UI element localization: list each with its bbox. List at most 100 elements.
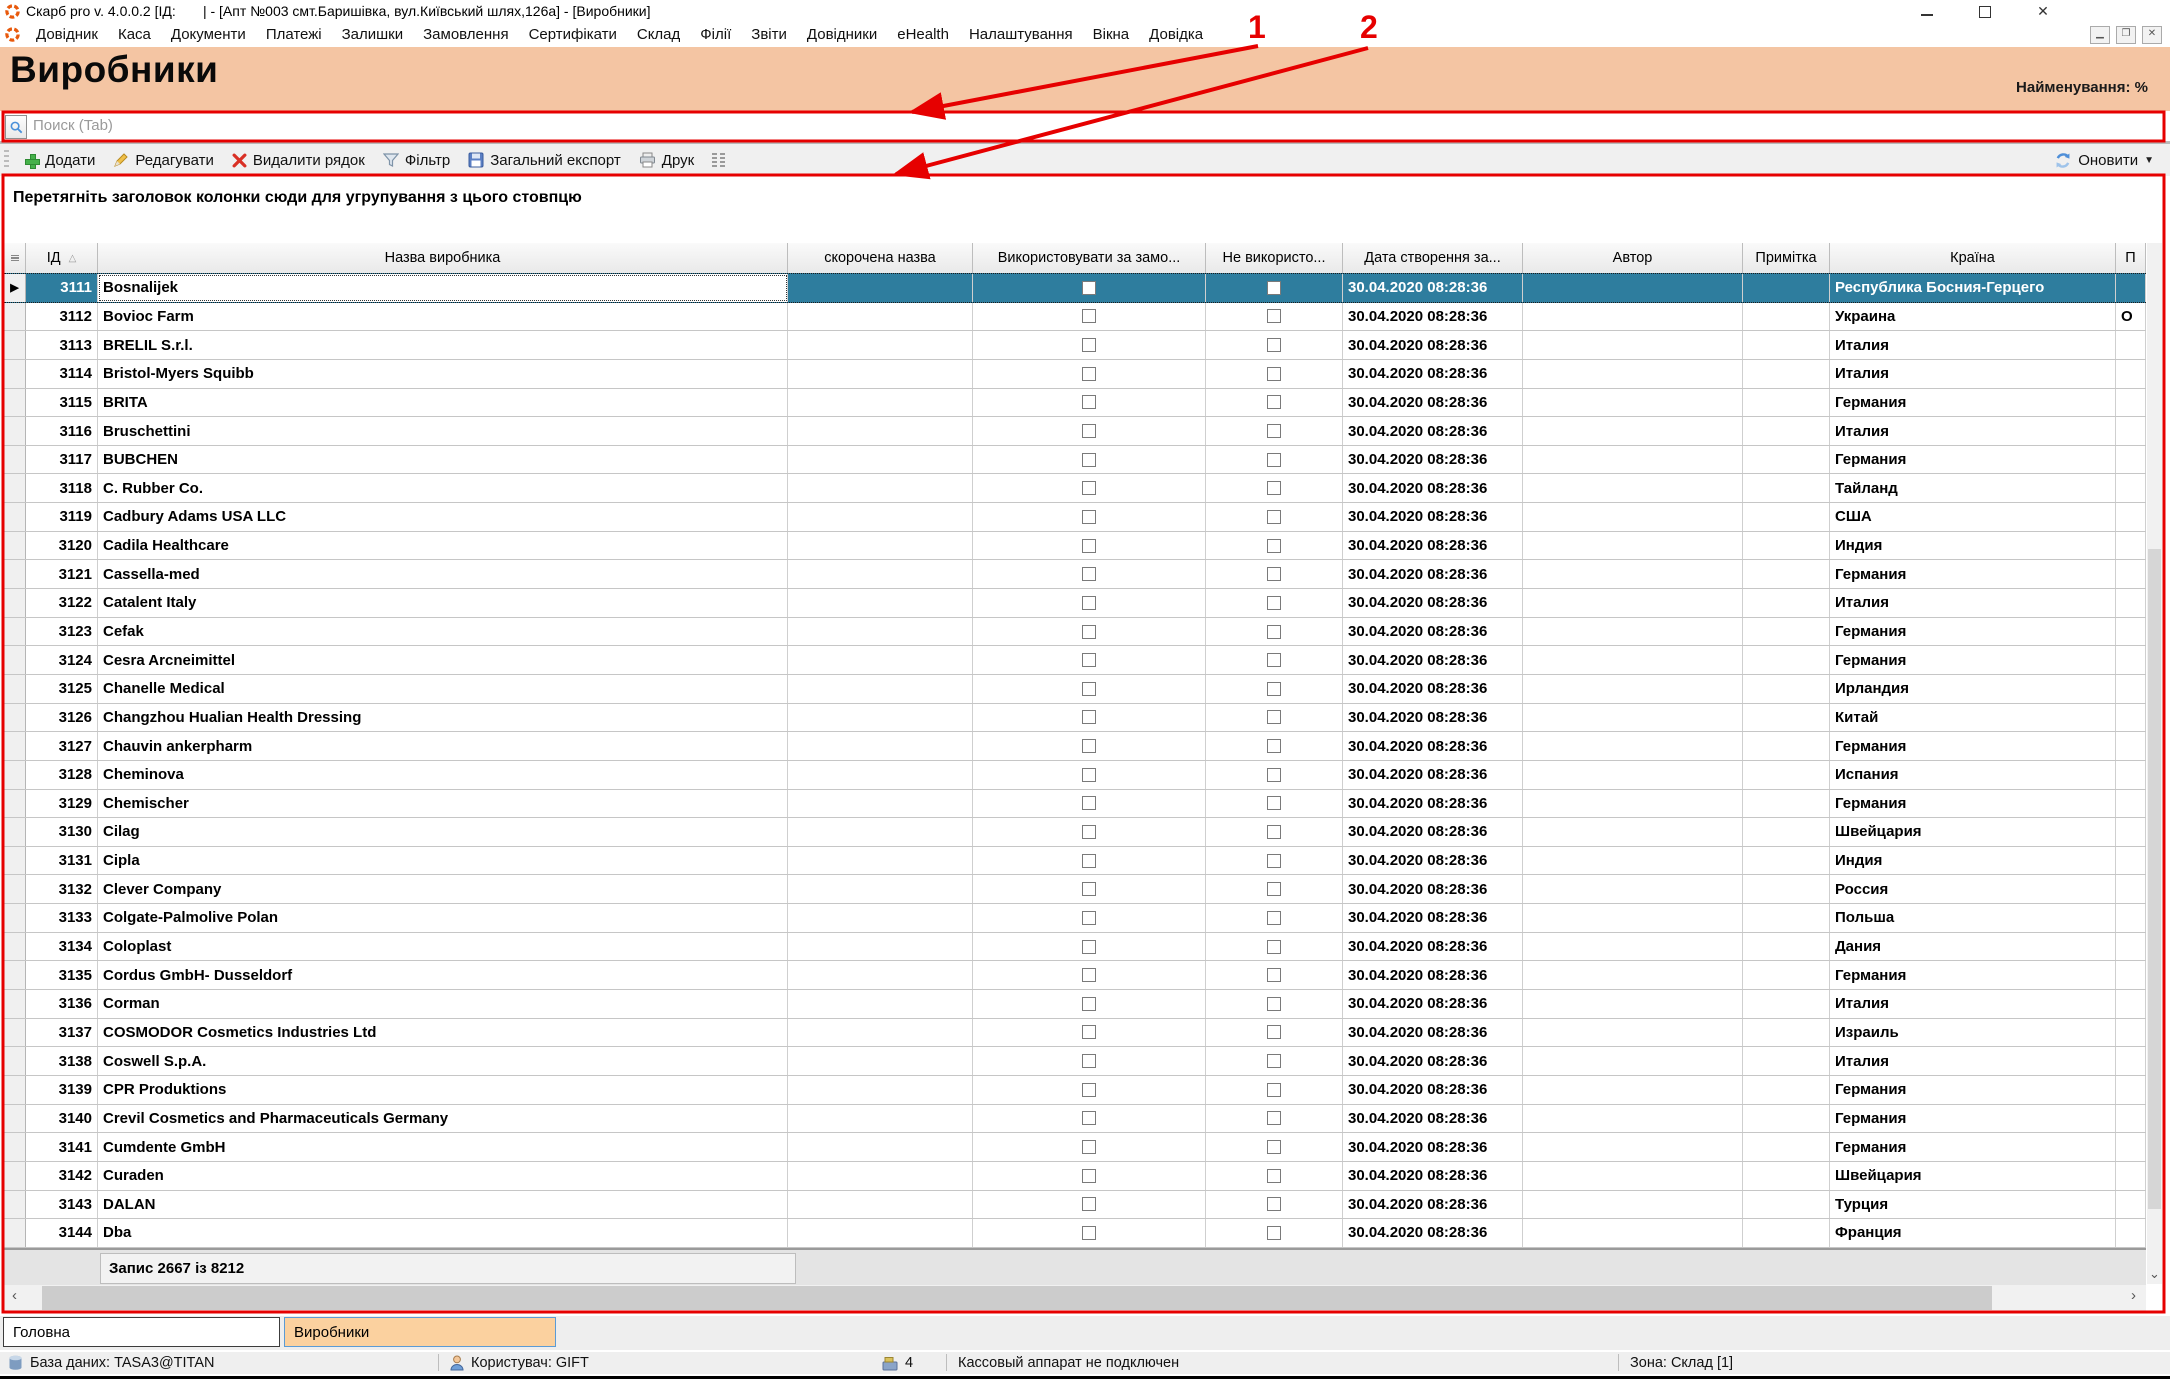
not-use-checkbox[interactable]	[1267, 453, 1281, 467]
menu-item-Платежі[interactable]: Платежі	[256, 26, 332, 43]
not-use-checkbox[interactable]	[1267, 539, 1281, 553]
column-header-short[interactable]: скорочена назва	[788, 243, 973, 273]
not-use-checkbox[interactable]	[1267, 1054, 1281, 1068]
not-use-checkbox[interactable]	[1267, 510, 1281, 524]
column-header-use[interactable]: Використовувати за замо...	[973, 243, 1206, 273]
table-row-3119[interactable]: 3119Cadbury Adams USA LLC30.04.2020 08:2…	[4, 503, 2146, 532]
table-row-3129[interactable]: 3129Chemischer30.04.2020 08:28:36Германи…	[4, 790, 2146, 819]
not-use-checkbox[interactable]	[1267, 567, 1281, 581]
vertical-scrollbar[interactable]: ⌄	[2147, 243, 2162, 1284]
close-button[interactable]: ✕	[2028, 2, 2058, 20]
table-row-3123[interactable]: 3123Cefak30.04.2020 08:28:36Германия	[4, 618, 2146, 647]
table-row-3137[interactable]: 3137COSMODOR Cosmetics Industries Ltd30.…	[4, 1019, 2146, 1048]
not-use-checkbox[interactable]	[1267, 1083, 1281, 1097]
not-use-checkbox[interactable]	[1267, 281, 1281, 295]
not-use-checkbox[interactable]	[1267, 1169, 1281, 1183]
use-by-default-checkbox[interactable]	[1082, 710, 1096, 724]
not-use-checkbox[interactable]	[1267, 854, 1281, 868]
not-use-checkbox[interactable]	[1267, 338, 1281, 352]
table-row-3120[interactable]: 3120Cadila Healthcare30.04.2020 08:28:36…	[4, 532, 2146, 561]
menu-item-Звіти[interactable]: Звіти	[741, 26, 797, 43]
not-use-checkbox[interactable]	[1267, 653, 1281, 667]
mdi-close-button[interactable]: ✕	[2142, 26, 2162, 44]
table-row-3132[interactable]: 3132Clever Company30.04.2020 08:28:36Рос…	[4, 875, 2146, 904]
use-by-default-checkbox[interactable]	[1082, 653, 1096, 667]
horizontal-scrollbar-thumb[interactable]	[42, 1286, 1992, 1310]
table-row-3136[interactable]: 3136Corman30.04.2020 08:28:36Италия	[4, 990, 2146, 1019]
column-header-name[interactable]: Назва виробника	[98, 243, 788, 273]
table-row-3131[interactable]: 3131Cipla30.04.2020 08:28:36Индия	[4, 847, 2146, 876]
menu-item-eHealth[interactable]: eHealth	[887, 26, 959, 43]
refresh-dropdown-caret-icon[interactable]: ▼	[2144, 155, 2154, 166]
use-by-default-checkbox[interactable]	[1082, 367, 1096, 381]
filter-button[interactable]: Фільтр	[374, 146, 459, 174]
use-by-default-checkbox[interactable]	[1082, 1169, 1096, 1183]
tab-vyrobnyky[interactable]: Виробники	[284, 1317, 556, 1347]
table-row-3125[interactable]: 3125Chanelle Medical30.04.2020 08:28:36И…	[4, 675, 2146, 704]
table-row-3144[interactable]: 3144Dba30.04.2020 08:28:36Франция	[4, 1219, 2146, 1248]
not-use-checkbox[interactable]	[1267, 367, 1281, 381]
column-header-country[interactable]: Країна	[1830, 243, 2116, 273]
use-by-default-checkbox[interactable]	[1082, 539, 1096, 553]
use-by-default-checkbox[interactable]	[1082, 1054, 1096, 1068]
use-by-default-checkbox[interactable]	[1082, 768, 1096, 782]
use-by-default-checkbox[interactable]	[1082, 825, 1096, 839]
print-button[interactable]: Друк	[630, 146, 703, 174]
use-by-default-checkbox[interactable]	[1082, 911, 1096, 925]
use-by-default-checkbox[interactable]	[1082, 596, 1096, 610]
group-by-panel[interactable]: Перетягніть заголовок колонки сюди для у…	[4, 177, 2145, 243]
vertical-scrollbar-thumb[interactable]	[2148, 549, 2161, 1209]
table-row-3141[interactable]: 3141Cumdente GmbH30.04.2020 08:28:36Герм…	[4, 1133, 2146, 1162]
header-grip-icon[interactable]	[4, 243, 26, 273]
not-use-checkbox[interactable]	[1267, 1140, 1281, 1154]
scroll-down-arrow-icon[interactable]: ⌄	[2149, 1266, 2160, 1282]
toolbar-grip-handle[interactable]	[4, 150, 9, 170]
not-use-checkbox[interactable]	[1267, 739, 1281, 753]
not-use-checkbox[interactable]	[1267, 1111, 1281, 1125]
minimize-button[interactable]	[1912, 2, 1942, 20]
menu-item-Документи[interactable]: Документи	[161, 26, 256, 43]
use-by-default-checkbox[interactable]	[1082, 882, 1096, 896]
not-use-checkbox[interactable]	[1267, 625, 1281, 639]
column-header-id[interactable]: ІД△	[26, 243, 98, 273]
columns-button[interactable]	[703, 146, 734, 174]
use-by-default-checkbox[interactable]	[1082, 1083, 1096, 1097]
table-row-3114[interactable]: 3114Bristol-Myers Squibb30.04.2020 08:28…	[4, 360, 2146, 389]
not-use-checkbox[interactable]	[1267, 1226, 1281, 1240]
table-row-3122[interactable]: 3122Catalent Italy30.04.2020 08:28:36Ита…	[4, 589, 2146, 618]
menu-item-Довідник[interactable]: Довідник	[26, 26, 108, 43]
table-row-3127[interactable]: 3127Chauvin ankerpharm30.04.2020 08:28:3…	[4, 732, 2146, 761]
use-by-default-checkbox[interactable]	[1082, 338, 1096, 352]
use-by-default-checkbox[interactable]	[1082, 510, 1096, 524]
menu-item-Довідка[interactable]: Довідка	[1139, 26, 1213, 43]
table-row-3115[interactable]: 3115BRITA30.04.2020 08:28:36Германия	[4, 389, 2146, 418]
menu-item-Залишки[interactable]: Залишки	[332, 26, 414, 43]
table-row-3121[interactable]: 3121Cassella-med30.04.2020 08:28:36Герма…	[4, 560, 2146, 589]
not-use-checkbox[interactable]	[1267, 710, 1281, 724]
table-row-3112[interactable]: 3112Bovioc Farm30.04.2020 08:28:36Украин…	[4, 303, 2146, 332]
tab-holovna[interactable]: Головна	[3, 1317, 280, 1347]
table-row-3133[interactable]: 3133Colgate-Palmolive Polan30.04.2020 08…	[4, 904, 2146, 933]
table-row-3138[interactable]: 3138Coswell S.p.A.30.04.2020 08:28:36Ита…	[4, 1047, 2146, 1076]
use-by-default-checkbox[interactable]	[1082, 1226, 1096, 1240]
use-by-default-checkbox[interactable]	[1082, 1111, 1096, 1125]
menu-item-Каса[interactable]: Каса	[108, 26, 161, 43]
not-use-checkbox[interactable]	[1267, 940, 1281, 954]
column-header-date[interactable]: Дата створення за...	[1343, 243, 1523, 273]
scroll-right-arrow-icon[interactable]: ›	[2131, 1287, 2136, 1304]
not-use-checkbox[interactable]	[1267, 882, 1281, 896]
use-by-default-checkbox[interactable]	[1082, 1197, 1096, 1211]
use-by-default-checkbox[interactable]	[1082, 796, 1096, 810]
not-use-checkbox[interactable]	[1267, 1025, 1281, 1039]
use-by-default-checkbox[interactable]	[1082, 395, 1096, 409]
use-by-default-checkbox[interactable]	[1082, 424, 1096, 438]
use-by-default-checkbox[interactable]	[1082, 854, 1096, 868]
refresh-button[interactable]: Оновити ▼	[2054, 152, 2170, 169]
menu-item-Довідники[interactable]: Довідники	[797, 26, 887, 43]
not-use-checkbox[interactable]	[1267, 596, 1281, 610]
not-use-checkbox[interactable]	[1267, 997, 1281, 1011]
not-use-checkbox[interactable]	[1267, 1197, 1281, 1211]
table-row-3124[interactable]: 3124Cesra Arcneimittel30.04.2020 08:28:3…	[4, 646, 2146, 675]
add-button[interactable]: Додати	[15, 146, 104, 174]
use-by-default-checkbox[interactable]	[1082, 625, 1096, 639]
